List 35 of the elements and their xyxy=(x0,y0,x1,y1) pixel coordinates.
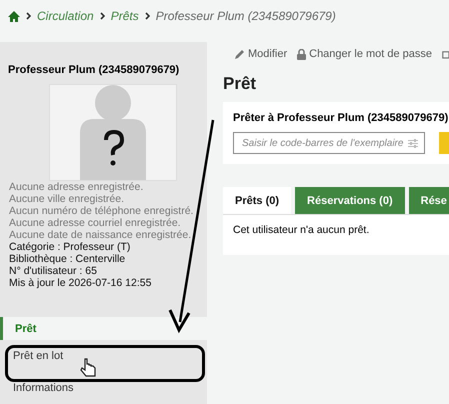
chevron-icon xyxy=(144,12,150,20)
missing-info-text: Aucune adresse courriel enregistrée. xyxy=(9,217,182,229)
toolbar-label: Modifier xyxy=(248,48,288,60)
missing-info-text: Aucune date de naissance enregistrée. xyxy=(9,229,192,241)
checkout-button[interactable] xyxy=(439,132,449,154)
sidebar-nav-item[interactable]: Prêt xyxy=(0,317,207,340)
tab[interactable]: Réservations (0) xyxy=(295,187,405,214)
breadcrumb-link[interactable]: Circulation xyxy=(37,9,94,23)
missing-info-text: Aucune ville enregistrée. xyxy=(9,193,125,205)
patron-detail: Catégorie : Professeur (T) xyxy=(9,241,132,253)
missing-info-text: Aucun numéro de téléphone enregistré. xyxy=(9,205,194,217)
breadcrumb-current: Professeur Plum (234589079679) xyxy=(156,9,336,23)
hand-cursor-icon xyxy=(80,358,96,377)
lock-icon xyxy=(297,48,306,60)
pencil-icon xyxy=(235,49,245,59)
sidebar-nav-item[interactable]: Informations xyxy=(0,372,207,404)
chevron-icon xyxy=(26,12,31,20)
checkout-title: Prêter à Professeur Plum (234589079679) xyxy=(233,112,449,124)
patron-detail: Bibliothèque : Centerville xyxy=(9,253,126,265)
chevron-icon xyxy=(100,12,105,20)
home-icon[interactable] xyxy=(8,10,20,22)
missing-info-text: Aucune adresse enregistrée. xyxy=(9,181,144,193)
person-silhouette-icon xyxy=(78,85,148,180)
toolbar-link[interactable]: Modifier xyxy=(235,48,288,60)
tab[interactable]: Rése xyxy=(408,187,449,214)
patron-detail: Mis à jour le 2026-07-16 12:55 xyxy=(9,277,152,289)
patron-name: Professeur Plum (234589079679) xyxy=(7,63,180,78)
page-heading: Prêt xyxy=(223,74,258,94)
patron-detail: N° d'utilisateur : 65 xyxy=(9,265,98,277)
tab[interactable]: Prêts (0) xyxy=(223,187,292,214)
empty-message: Cet utilisateur n'a aucun prêt. xyxy=(223,214,449,255)
sidebar-nav-item[interactable]: Prêt en lot xyxy=(0,340,207,372)
sliders-icon xyxy=(408,138,418,148)
barcode-field[interactable]: Saisir le code-barres de l'exemplaire xyxy=(233,132,426,154)
breadcrumb-link[interactable]: Prêts xyxy=(110,9,139,23)
